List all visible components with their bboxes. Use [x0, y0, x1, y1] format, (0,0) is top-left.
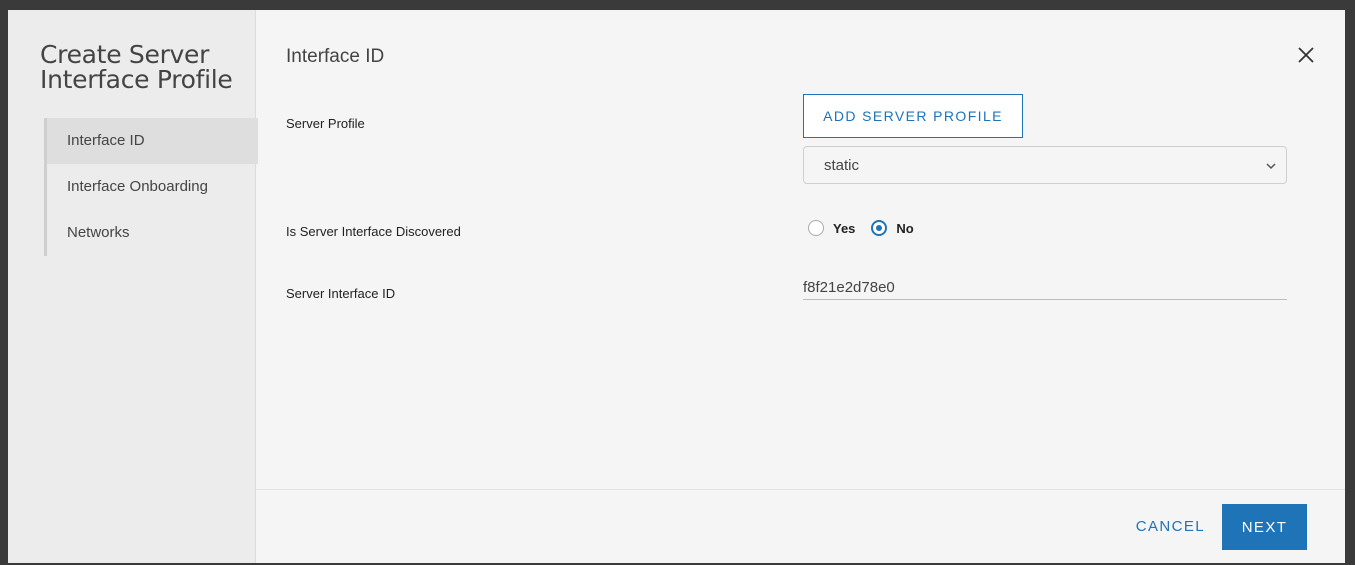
- step-interface-onboarding[interactable]: Interface Onboarding: [47, 164, 258, 210]
- cancel-button[interactable]: CANCEL: [1136, 515, 1205, 537]
- server-interface-id-label: Server Interface ID: [286, 286, 396, 301]
- radio-no[interactable]: [871, 220, 888, 236]
- wizard-sidebar: Create Server Interface Profile Interfac…: [8, 10, 258, 563]
- radio-no-label[interactable]: No: [896, 221, 913, 236]
- add-server-profile-button[interactable]: ADD SERVER PROFILE: [803, 94, 1023, 138]
- server-interface-id-input[interactable]: [803, 276, 1287, 300]
- close-icon: [1298, 47, 1314, 63]
- create-server-interface-profile-dialog: Create Server Interface Profile Interfac…: [8, 10, 1345, 563]
- wizard-title-line-2: Interface Profile: [40, 65, 233, 94]
- wizard-title: Create Server Interface Profile: [40, 42, 233, 92]
- wizard-content: Interface ID Server Profile ADD SERVER P…: [256, 10, 1345, 563]
- server-profile-select[interactable]: static: [803, 146, 1287, 184]
- discovered-radio-group: Yes No: [808, 218, 930, 238]
- next-button[interactable]: NEXT: [1222, 504, 1307, 550]
- chevron-down-icon: [1266, 163, 1276, 170]
- server-profile-label: Server Profile: [286, 116, 365, 131]
- dialog-footer: CANCEL NEXT: [256, 489, 1345, 563]
- discovered-label: Is Server Interface Discovered: [286, 224, 461, 239]
- wizard-steps: Interface ID Interface Onboarding Networ…: [44, 118, 258, 256]
- step-networks[interactable]: Networks: [47, 210, 258, 256]
- step-interface-id[interactable]: Interface ID: [47, 118, 258, 164]
- radio-yes[interactable]: [808, 220, 824, 236]
- close-button[interactable]: [1295, 44, 1317, 66]
- radio-yes-label[interactable]: Yes: [833, 221, 855, 236]
- page-title: Interface ID: [286, 46, 385, 67]
- server-profile-selected-value: static: [824, 157, 860, 174]
